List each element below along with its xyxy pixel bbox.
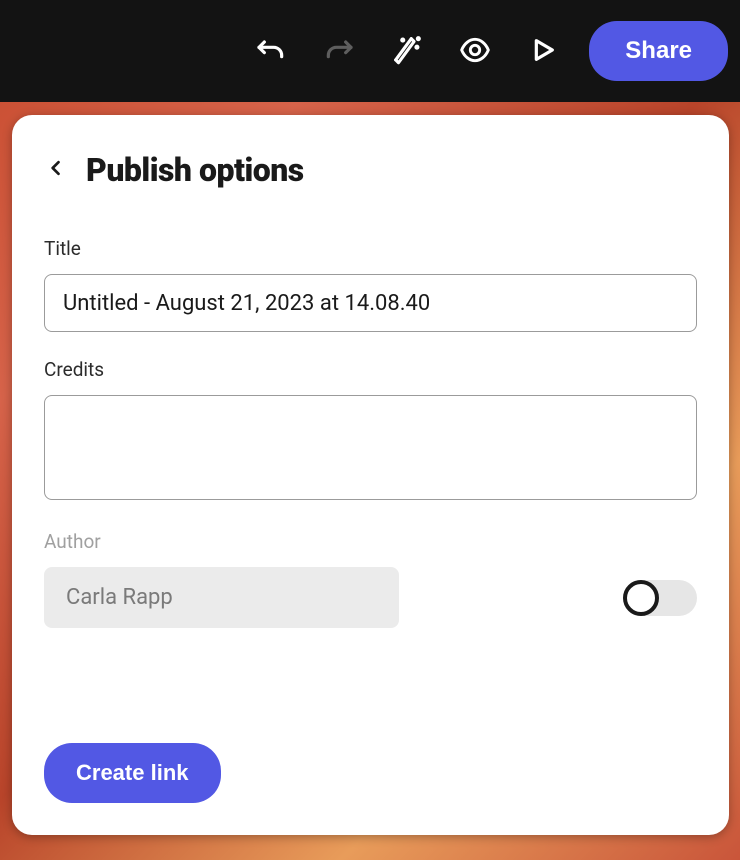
top-toolbar: Share [0,0,740,102]
magic-wand-icon [390,33,424,70]
create-link-button[interactable]: Create link [44,743,221,803]
eye-icon [459,34,491,69]
credits-input[interactable] [44,395,697,500]
redo-button[interactable] [309,21,369,81]
back-button[interactable] [44,158,68,182]
title-label: Title [44,237,697,260]
magic-wand-button[interactable] [377,21,437,81]
author-label: Author [44,530,697,553]
author-row: Carla Rapp [44,567,697,628]
toggle-knob [623,580,659,616]
play-icon [527,34,559,69]
undo-icon [255,34,287,69]
credits-field-group: Credits [44,358,697,504]
credits-label: Credits [44,358,697,381]
panel-title: Publish options [86,151,304,189]
undo-button[interactable] [241,21,301,81]
publish-options-panel: Publish options Title Credits Author Car… [12,115,729,835]
title-field-group: Title [44,237,697,332]
play-button[interactable] [513,21,573,81]
author-field-group: Author Carla Rapp [44,530,697,628]
preview-button[interactable] [445,21,505,81]
chevron-left-icon [46,158,66,182]
title-input[interactable] [44,274,697,332]
panel-header: Publish options [44,151,697,189]
share-button[interactable]: Share [589,21,728,81]
redo-icon [323,34,355,69]
author-toggle[interactable] [623,580,697,616]
author-name-badge: Carla Rapp [44,567,399,628]
